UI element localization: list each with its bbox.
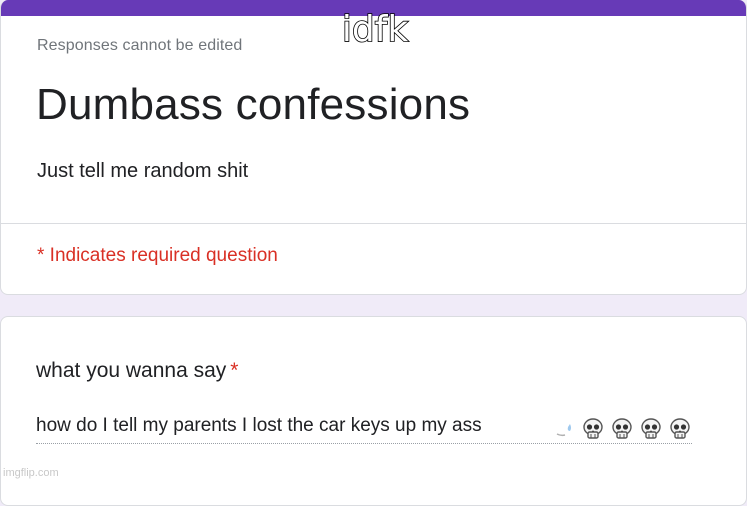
edit-restriction-note: Responses cannot be edited [37,37,243,54]
required-marker: * [230,359,239,382]
emoji-group [552,418,692,440]
imgflip-watermark: imgflip.com [3,467,59,479]
skull-icon [583,418,603,439]
sweat-drop-icon [556,424,571,437]
skull-icon [670,418,690,439]
answer-text: how do I tell my parents I lost the car … [36,415,482,436]
form-description: Just tell me random shit [37,160,249,182]
skull-icon [612,418,632,439]
question-title: what you wanna say * [36,359,238,383]
form-title: Dumbass confessions [36,80,471,129]
answer-field[interactable]: how do I tell my parents I lost the car … [36,415,692,444]
header-divider [1,223,746,224]
required-question-note: * Indicates required question [37,245,278,266]
skull-icon [641,418,661,439]
question-card: what you wanna say * how do I tell my par… [0,316,747,506]
question-label: what you wanna say [36,359,227,382]
meme-caption: idfk [341,9,409,50]
